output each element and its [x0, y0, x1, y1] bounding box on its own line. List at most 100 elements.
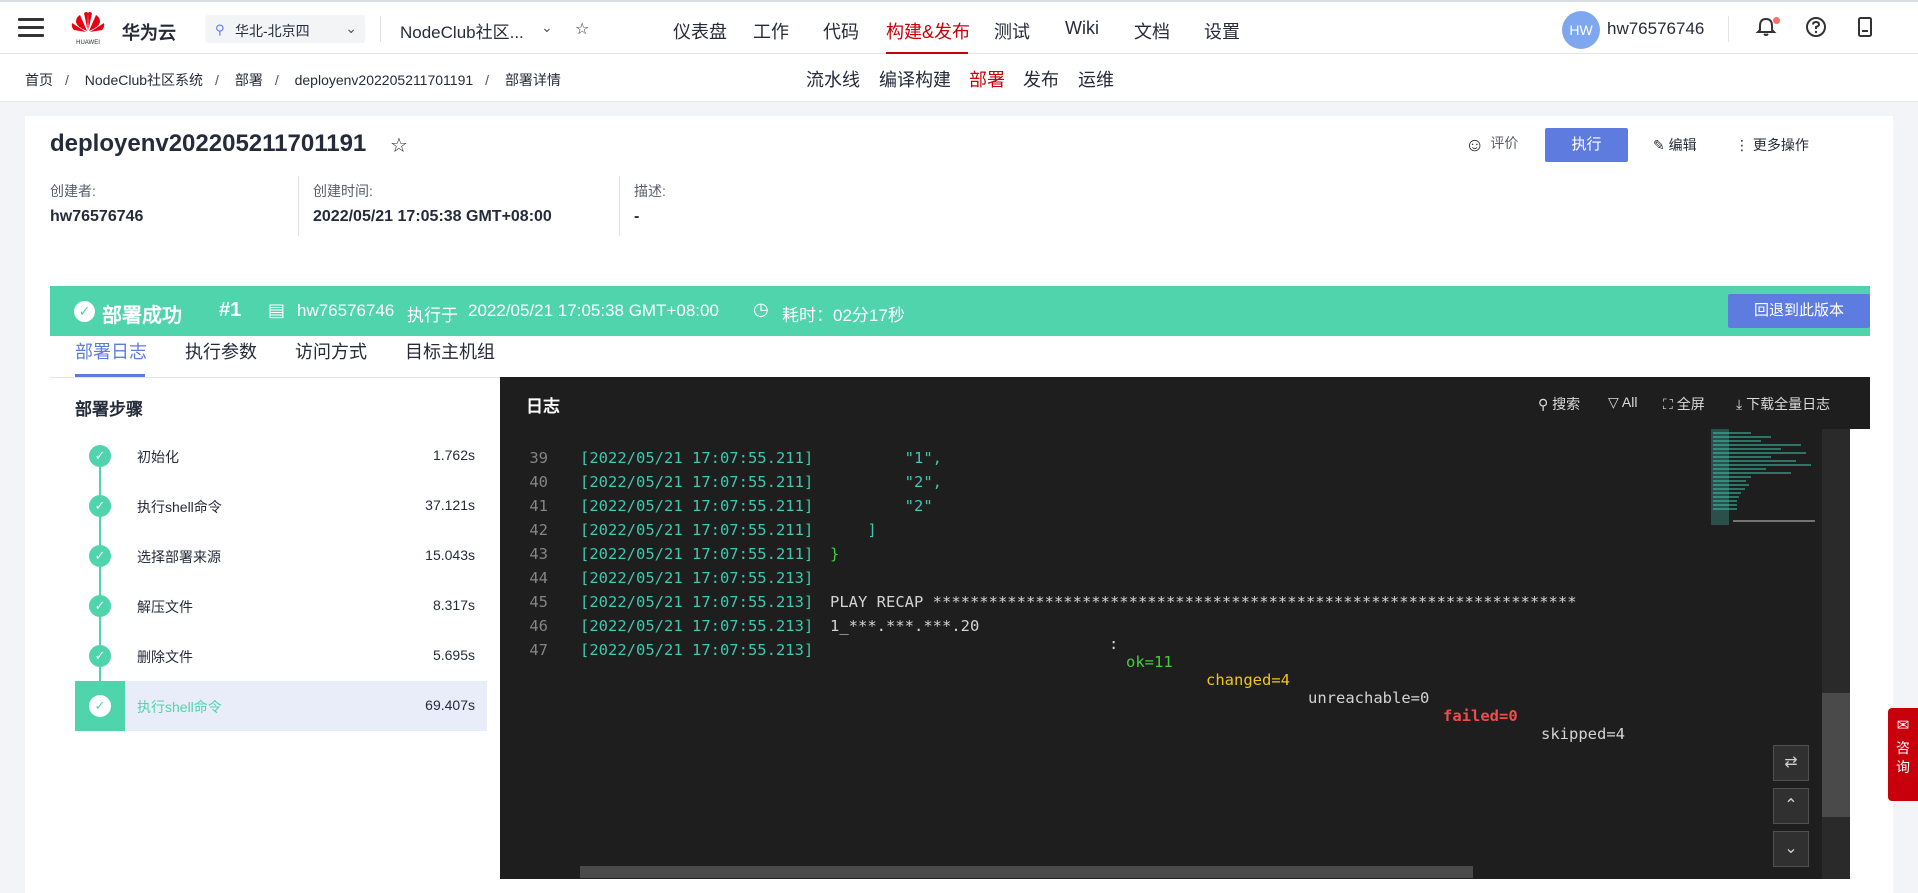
tab-exec-params[interactable]: 执行参数	[185, 338, 257, 364]
edit-button[interactable]: ✎ 编辑	[1653, 135, 1697, 155]
document-icon: ▤	[268, 300, 286, 320]
deploy-status-banner: ✓ 部署成功 #1 ▤ hw76576746 执行于 2022/05/21 17…	[50, 286, 1870, 336]
log-line: 42 [2022/05/21 17:07:55.211] ]	[529, 521, 877, 539]
divider	[619, 176, 620, 236]
scroll-bottom-icon[interactable]: ⌄	[1773, 831, 1809, 867]
notification-dot	[1773, 17, 1780, 24]
step-item[interactable]: ✓ 初始化 1.762s	[75, 431, 487, 481]
executor: hw76576746	[297, 301, 395, 320]
log-line: 40 [2022/05/21 17:07:55.211] "2",	[529, 473, 942, 491]
nav-code[interactable]: 代码	[823, 18, 859, 44]
step-name: 执行shell命令	[137, 699, 222, 715]
subnav-build[interactable]: 编译构建	[879, 66, 951, 92]
help-icon[interactable]	[1803, 16, 1829, 42]
log-horizontal-scrollbar[interactable]	[580, 866, 1473, 878]
region-label: 华北-北京四	[235, 23, 310, 39]
subnav-release[interactable]: 发布	[1023, 66, 1059, 92]
search-icon: ⚲	[1538, 396, 1549, 412]
favorite-star-icon[interactable]: ☆	[575, 19, 589, 39]
nav-test[interactable]: 测试	[994, 18, 1030, 44]
steps-title: 部署步骤	[75, 400, 143, 419]
log-line: 43 [2022/05/21 17:07:55.211]}	[529, 545, 840, 563]
pencil-icon: ✎	[1653, 137, 1665, 153]
step-time: 15.043s	[425, 547, 475, 563]
username[interactable]: hw76576746	[1607, 19, 1704, 39]
step-name: 删除文件	[137, 649, 193, 665]
top-navbar: HUAWEI 华为云 ⚲ 华北-北京四 ⌄ NodeClub社区... ⌄ ☆ …	[0, 0, 1918, 55]
step-item[interactable]: ✓ 选择部署来源 15.043s	[75, 531, 487, 581]
subnav-pipeline[interactable]: 流水线	[806, 66, 860, 92]
execute-button[interactable]: 执行	[1545, 128, 1628, 162]
step-item[interactable]: ✓ 删除文件 5.695s	[75, 631, 487, 681]
chevron-down-icon: ⌄	[345, 20, 357, 36]
nav-dashboard[interactable]: 仪表盘	[673, 18, 727, 44]
log-search-button[interactable]: ⚲ 搜索	[1538, 394, 1580, 414]
description-value: -	[634, 208, 640, 225]
log-viewer[interactable]: 39 [2022/05/21 17:07:55.211] "1", 40 [2022…	[500, 429, 1850, 879]
location-pin-icon: ⚲	[215, 22, 225, 37]
status-text: 部署成功	[102, 305, 182, 327]
step-time: 37.121s	[425, 497, 475, 513]
consult-button[interactable]: ✉ 咨询	[1888, 708, 1918, 801]
step-time: 1.762s	[432, 447, 475, 463]
subnav-ops[interactable]: 运维	[1078, 66, 1114, 92]
download-icon: ⤓	[1736, 396, 1743, 412]
success-check-icon: ✓	[89, 545, 111, 567]
log-fullscreen-button[interactable]: ⛶ 全屏	[1663, 394, 1705, 414]
nav-settings[interactable]: 设置	[1204, 18, 1240, 44]
region-selector[interactable]: ⚲ 华北-北京四 ⌄	[205, 15, 365, 43]
duration: 耗时：02分17秒	[782, 306, 905, 325]
log-scrollbar-thumb[interactable]	[1822, 693, 1850, 817]
breadcrumb-project[interactable]: NodeClub社区系统	[85, 72, 203, 88]
log-line: 47 [2022/05/21 17:07:55.213]	[529, 641, 814, 659]
fullscreen-icon: ⛶	[1663, 396, 1673, 412]
step-item[interactable]: ✓ 解压文件 8.317s	[75, 581, 487, 631]
avatar[interactable]: HW	[1562, 11, 1600, 49]
subnav-deploy[interactable]: 部署	[969, 66, 1005, 92]
rollback-button[interactable]: 回退到此版本	[1728, 294, 1870, 328]
log-filter-button[interactable]: ▽ All	[1608, 394, 1637, 411]
nav-wiki[interactable]: Wiki	[1065, 18, 1099, 39]
more-actions-button[interactable]: ⋮ 更多操作	[1735, 135, 1809, 155]
brand-name[interactable]: 华为云	[122, 19, 176, 45]
filter-icon: ▽	[1608, 394, 1619, 410]
rate-button[interactable]: ☺ 评价	[1465, 133, 1518, 157]
menu-icon[interactable]	[18, 18, 44, 38]
tab-access-method[interactable]: 访问方式	[295, 338, 367, 364]
success-check-icon: ✓	[89, 595, 111, 617]
tab-deploy-log[interactable]: 部署日志	[75, 338, 147, 364]
log-line: 46 [2022/05/21 17:07:55.213] 1_***.***.***…	[529, 617, 1625, 743]
project-selector[interactable]: NodeClub社区...	[400, 18, 524, 43]
step-name: 初始化	[137, 449, 179, 465]
nav-docs[interactable]: 文档	[1134, 18, 1170, 44]
mobile-icon[interactable]	[1852, 16, 1878, 42]
huawei-logo[interactable]: HUAWEI	[70, 11, 106, 47]
step-item-active[interactable]: ✓ 执行shell命令 69.407s	[75, 681, 487, 731]
executed-at: 2022/05/21 17:05:38 GMT+08:00	[468, 301, 719, 320]
log-line: 44 [2022/05/21 17:07:55.213]	[529, 569, 814, 587]
breadcrumb-home[interactable]: 首页	[25, 72, 53, 88]
nav-build-release[interactable]: 构建&发布	[886, 18, 970, 44]
success-check-icon: ✓	[89, 445, 111, 467]
log-download-button[interactable]: ⤓ 下载全量日志	[1736, 394, 1830, 414]
scroll-top-icon[interactable]: ⌃	[1773, 788, 1809, 824]
breadcrumb-deployenv[interactable]: deployenv202205211701191	[295, 72, 474, 88]
created-time-value: 2022/05/21 17:05:38 GMT+08:00	[313, 208, 552, 225]
smile-icon: ☺	[1465, 135, 1485, 156]
divider	[380, 16, 381, 42]
more-vertical-icon: ⋮	[1735, 137, 1749, 153]
breadcrumb-bar: 首页 / NodeClub社区系统 / 部署 / deployenv202205211…	[0, 54, 1918, 102]
run-number: #1	[219, 299, 242, 321]
tab-target-hosts[interactable]: 目标主机组	[405, 338, 495, 364]
log-line: 39 [2022/05/21 17:07:55.211] "1",	[529, 449, 942, 467]
wrap-toggle-icon[interactable]: ⇄	[1773, 745, 1809, 781]
breadcrumb-deploy[interactable]: 部署	[235, 72, 263, 88]
nav-work[interactable]: 工作	[753, 18, 789, 44]
log-title: 日志	[526, 397, 560, 416]
chevron-down-icon[interactable]: ⌄	[541, 19, 553, 36]
created-time-label: 创建时间:	[313, 183, 373, 199]
breadcrumb-current: 部署详情	[504, 72, 561, 88]
log-line: 45 [2022/05/21 17:07:55.213] PLAY RECAP **…	[529, 593, 1577, 611]
favorite-star-icon[interactable]: ☆	[390, 133, 408, 158]
step-item[interactable]: ✓ 执行shell命令 37.121s	[75, 481, 487, 531]
